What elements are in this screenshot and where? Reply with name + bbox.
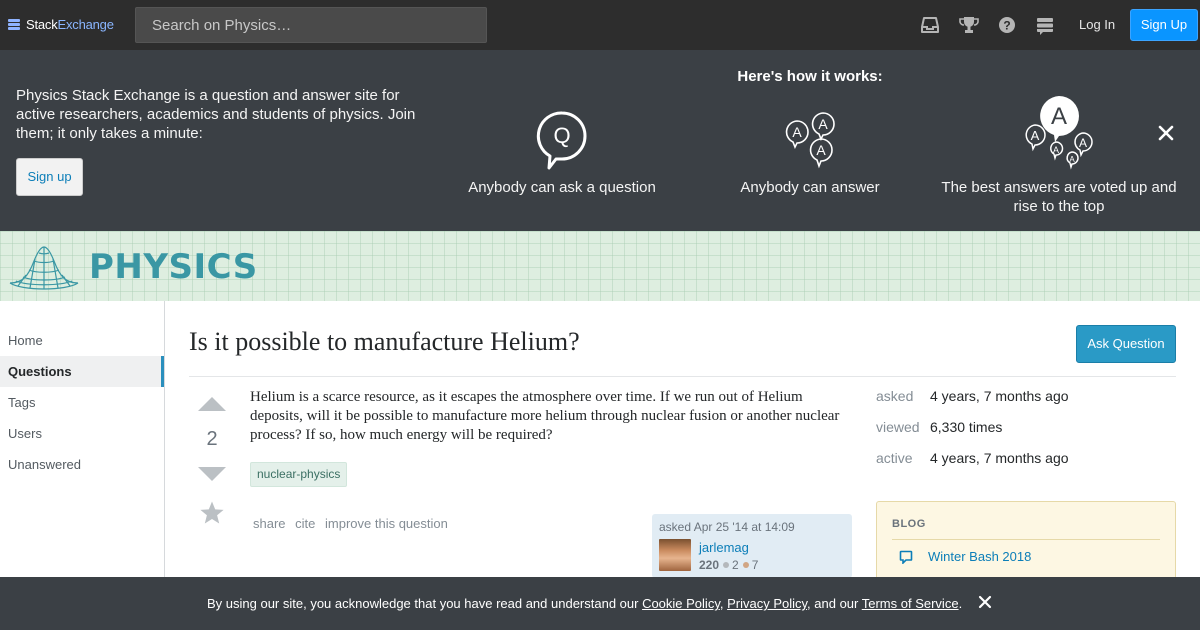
site-name[interactable]: PHYSICS: [89, 247, 258, 287]
vote-count: 2: [206, 428, 218, 450]
favorite-star-icon[interactable]: [199, 500, 225, 526]
sidebar-item-questions[interactable]: Questions: [0, 356, 164, 387]
downvote-arrow-icon[interactable]: [196, 466, 228, 482]
cite-link[interactable]: cite: [295, 516, 315, 531]
bronze-badge-icon: [742, 562, 749, 568]
privacy-policy-link[interactable]: Privacy Policy: [727, 596, 807, 611]
sidebar-item-tags[interactable]: Tags: [0, 387, 164, 418]
question-stats: asked 4 years, 7 months ago viewed 6,330 t…: [876, 388, 1069, 481]
blog-heading: BLOG: [892, 518, 926, 530]
silver-badge-count: 2: [732, 558, 739, 572]
stat-active-label: active: [876, 450, 913, 466]
svg-text:A: A: [1069, 155, 1075, 164]
how-step-answer-label: Anybody can answer: [740, 179, 880, 196]
bronze-badge-count: 7: [751, 558, 759, 572]
cookie-notice: By using our site, you acknowledge that …: [0, 577, 1200, 630]
upvote-arrow-icon[interactable]: [196, 396, 228, 412]
svg-text:A: A: [1051, 103, 1067, 130]
terms-of-service-link[interactable]: Terms of Service: [862, 596, 959, 611]
top-bar: StackExchange Search on Physics… ? Log I…: [0, 0, 1200, 50]
site-banner: PHYSICS: [0, 231, 1200, 301]
cookie-policy-link[interactable]: Cookie Policy: [642, 596, 720, 611]
svg-text:A: A: [818, 116, 828, 132]
question-bubble-icon: Q: [536, 111, 587, 170]
close-icon[interactable]: [978, 595, 992, 609]
blog-post-link[interactable]: Winter Bash 2018: [928, 549, 1031, 564]
how-step-voted: A A A A A The best answers are voted up …: [936, 96, 1182, 216]
owner-reputation: 220 2 7: [699, 558, 758, 572]
stat-viewed-value: 6,330 times: [930, 419, 1003, 435]
sidebar-item-unanswered[interactable]: Unanswered: [0, 449, 164, 480]
cookie-text: By using our site, you acknowledge that …: [207, 596, 963, 611]
hero-signup-button[interactable]: Sign up: [16, 158, 83, 196]
physics-logo-icon[interactable]: [8, 239, 80, 293]
question-glyph: Q: [553, 123, 570, 148]
svg-text:?: ?: [1003, 19, 1010, 33]
sidebar-item-users[interactable]: Users: [0, 418, 164, 449]
how-step-ask: Q Anybody can ask a question: [462, 98, 662, 197]
silver-badge-icon: [723, 562, 730, 568]
site-switcher-icon[interactable]: [1034, 14, 1056, 36]
speech-bubble-icon: [899, 550, 913, 564]
owner-username[interactable]: jarlemag: [699, 540, 749, 555]
question-body: Helium is a scarce resource, as it escap…: [250, 389, 840, 443]
stat-viewed-label: viewed: [876, 419, 920, 435]
achievements-icon[interactable]: [958, 14, 980, 36]
how-step-answer: A A A Anybody can answer: [730, 98, 890, 197]
svg-text:A: A: [816, 142, 826, 158]
hero-intro: Physics Stack Exchange is a question and…: [16, 87, 416, 142]
svg-text:A: A: [792, 124, 802, 140]
post-menu: share cite improve this question: [253, 516, 454, 531]
answer-bubbles-icon: A A A: [785, 112, 835, 169]
welcome-hero: Physics Stack Exchange is a question and…: [0, 50, 1200, 231]
sidebar-item-home[interactable]: Home: [0, 325, 164, 356]
help-icon[interactable]: ?: [996, 14, 1018, 36]
tag-nuclear-physics[interactable]: nuclear-physics: [250, 462, 348, 487]
avatar[interactable]: [659, 539, 691, 571]
stack-exchange-logo[interactable]: StackExchange: [8, 17, 114, 32]
stat-asked-label: asked: [876, 388, 914, 404]
close-icon[interactable]: [1157, 124, 1175, 142]
divider: [892, 539, 1160, 540]
divider: [189, 376, 1176, 377]
share-link[interactable]: share: [253, 516, 286, 531]
voted-answer-icon: A A A A A: [1025, 96, 1093, 170]
brand-stack: Stack: [26, 17, 58, 32]
stat-asked-value: 4 years, 7 months ago: [930, 388, 1069, 404]
question-owner-card: asked Apr 25 '14 at 14:09 jarlemag 220 2 7: [652, 514, 852, 578]
svg-text:A: A: [1031, 128, 1040, 143]
how-step-voted-label: The best answers are voted up and rise t…: [941, 179, 1177, 215]
svg-text:A: A: [1079, 136, 1087, 150]
stat-active-value[interactable]: 4 years, 7 months ago: [930, 450, 1069, 481]
search-input[interactable]: Search on Physics…: [135, 7, 487, 43]
signup-button[interactable]: Sign Up: [1130, 9, 1198, 41]
how-it-works-title: Here's how it works:: [737, 68, 883, 85]
ask-question-button[interactable]: Ask Question: [1076, 325, 1176, 363]
improve-question-link[interactable]: improve this question: [325, 516, 448, 531]
how-step-ask-label: Anybody can ask a question: [468, 179, 656, 196]
reputation-score: 220: [699, 558, 720, 572]
inbox-icon[interactable]: [919, 14, 941, 36]
brand-exchange: Exchange: [57, 17, 114, 32]
login-link[interactable]: Log In: [1070, 9, 1124, 41]
svg-text:A: A: [1053, 145, 1059, 155]
stack-exchange-icon: [8, 18, 20, 31]
asked-timestamp: asked Apr 25 '14 at 14:09: [659, 520, 795, 534]
question-title[interactable]: Is it possible to manufacture Helium?: [189, 327, 580, 357]
